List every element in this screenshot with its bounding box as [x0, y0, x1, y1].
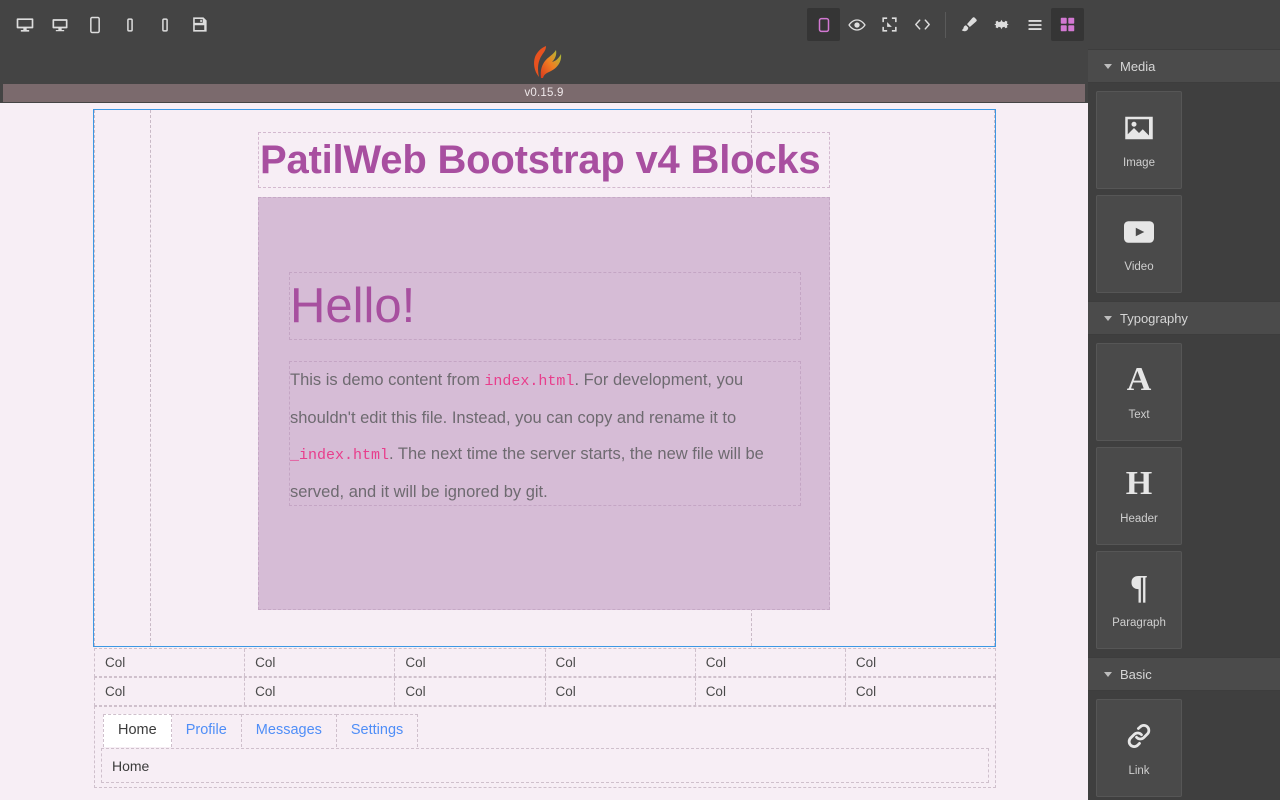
block-label: Header — [1120, 513, 1158, 525]
tab-profile[interactable]: Profile — [170, 713, 242, 747]
chevron-down-icon — [1104, 671, 1112, 677]
top-toolbar — [0, 0, 1088, 49]
paragraph-text-1: This is demo content from — [290, 371, 485, 389]
grid-cell[interactable]: Col — [696, 649, 846, 676]
device-tablet-button[interactable] — [78, 8, 111, 41]
block-link[interactable]: Link — [1096, 699, 1182, 797]
grid-row-1[interactable]: Col Col Col Col Col Col — [94, 648, 996, 677]
grid-cell[interactable]: Col — [395, 649, 546, 676]
canvas-frame: PatilWeb Bootstrap v4 Blocks Hello! This… — [0, 103, 1088, 800]
chevron-down-icon — [1104, 315, 1112, 321]
block-label: Link — [1128, 765, 1150, 777]
block-header[interactable]: H Header — [1096, 447, 1182, 545]
grapesjs-editor: v0.15.9 PatilWeb Bootstrap v4 Blocks Hel… — [0, 0, 1280, 800]
style-manager-brush-icon[interactable] — [952, 8, 985, 41]
grid-row-2[interactable]: Col Col Col Col Col Col — [94, 677, 996, 706]
tab-list: Home Profile Messages Settings — [95, 707, 995, 747]
grid-cell[interactable]: Col — [95, 678, 246, 705]
block-image[interactable]: Image — [1096, 91, 1182, 189]
panel-top-spacer — [1088, 0, 1280, 49]
letter-h-icon: H — [1125, 465, 1153, 502]
grid-cell[interactable]: Col — [546, 649, 696, 676]
block-label: Video — [1124, 261, 1154, 273]
grid-cell[interactable]: Col — [395, 678, 546, 705]
version-bar: v0.15.9 — [3, 84, 1085, 102]
category-body-typography: A Text H Header ¶ Paragraph — [1088, 335, 1280, 657]
editor-area: v0.15.9 PatilWeb Bootstrap v4 Blocks Hel… — [0, 0, 1088, 800]
grid-cell[interactable]: Col — [95, 649, 246, 676]
device-switcher — [0, 8, 216, 41]
image-icon — [1124, 111, 1154, 145]
block-text[interactable]: A Text — [1096, 343, 1182, 441]
layers-hamburger-icon[interactable] — [1018, 8, 1051, 41]
category-body-basic: Link — [1088, 691, 1280, 800]
jumbotron-paragraph-block[interactable]: This is demo content from index.html. Fo… — [289, 361, 801, 506]
letter-a-icon: A — [1126, 361, 1152, 398]
grid-cell[interactable]: Col — [846, 678, 995, 705]
link-icon — [1124, 719, 1154, 753]
device-laptop-button[interactable] — [43, 8, 76, 41]
preview-eye-icon[interactable] — [840, 8, 873, 41]
device-mobile-portrait-button[interactable] — [148, 8, 181, 41]
toolbar-divider — [945, 11, 946, 38]
grid-cell[interactable]: Col — [245, 649, 396, 676]
page-title: PatilWeb Bootstrap v4 Blocks — [260, 138, 821, 182]
block-label: Text — [1128, 409, 1150, 421]
category-label: Media — [1120, 58, 1156, 74]
code-index-html: index.html — [484, 373, 575, 390]
borders-toggle-button[interactable] — [807, 8, 840, 41]
page-title-block[interactable]: PatilWeb Bootstrap v4 Blocks — [258, 132, 830, 188]
tab-messages[interactable]: Messages — [240, 713, 337, 747]
category-label: Typography — [1120, 310, 1188, 326]
jumbotron-heading-block[interactable]: Hello! — [289, 272, 801, 340]
block-label: Paragraph — [1112, 617, 1166, 629]
grid-cell[interactable]: Col — [546, 678, 696, 705]
tabs-component[interactable]: Home Profile Messages Settings Home — [94, 706, 996, 788]
tab-panel-content[interactable]: Home — [101, 748, 989, 783]
toolbar-right-group — [807, 0, 1088, 49]
save-button[interactable] — [183, 8, 216, 41]
video-icon — [1124, 215, 1154, 249]
device-desktop-button[interactable] — [8, 8, 41, 41]
blocks-panel: Media Image Video Typography A Text H He… — [1088, 0, 1280, 800]
category-body-media: Image Video — [1088, 83, 1280, 301]
category-header-basic[interactable]: Basic — [1088, 657, 1280, 691]
jumbotron-paragraph: This is demo content from index.html. Fo… — [290, 362, 800, 510]
pilcrow-icon: ¶ — [1129, 569, 1149, 606]
grid-cell[interactable]: Col — [696, 678, 846, 705]
grid-cell[interactable]: Col — [245, 678, 396, 705]
category-label: Basic — [1120, 666, 1152, 682]
chevron-down-icon — [1104, 63, 1112, 69]
code-underscore-index-html: _index.html — [290, 447, 390, 464]
blocks-grid-icon[interactable] — [1051, 8, 1084, 41]
block-label: Image — [1123, 157, 1155, 169]
block-paragraph[interactable]: ¶ Paragraph — [1096, 551, 1182, 649]
device-mobile-landscape-button[interactable] — [113, 8, 146, 41]
jumbotron-heading: Hello! — [290, 278, 416, 333]
category-header-typography[interactable]: Typography — [1088, 301, 1280, 335]
code-view-icon[interactable] — [906, 8, 939, 41]
block-video[interactable]: Video — [1096, 195, 1182, 293]
jumbotron[interactable]: Hello! This is demo content from index.h… — [258, 197, 830, 610]
settings-gear-icon[interactable] — [985, 8, 1018, 41]
fullscreen-icon[interactable] — [873, 8, 906, 41]
grid-cell[interactable]: Col — [846, 649, 995, 676]
category-header-media[interactable]: Media — [1088, 49, 1280, 83]
tab-home[interactable]: Home — [103, 713, 172, 747]
tab-settings[interactable]: Settings — [335, 713, 419, 747]
